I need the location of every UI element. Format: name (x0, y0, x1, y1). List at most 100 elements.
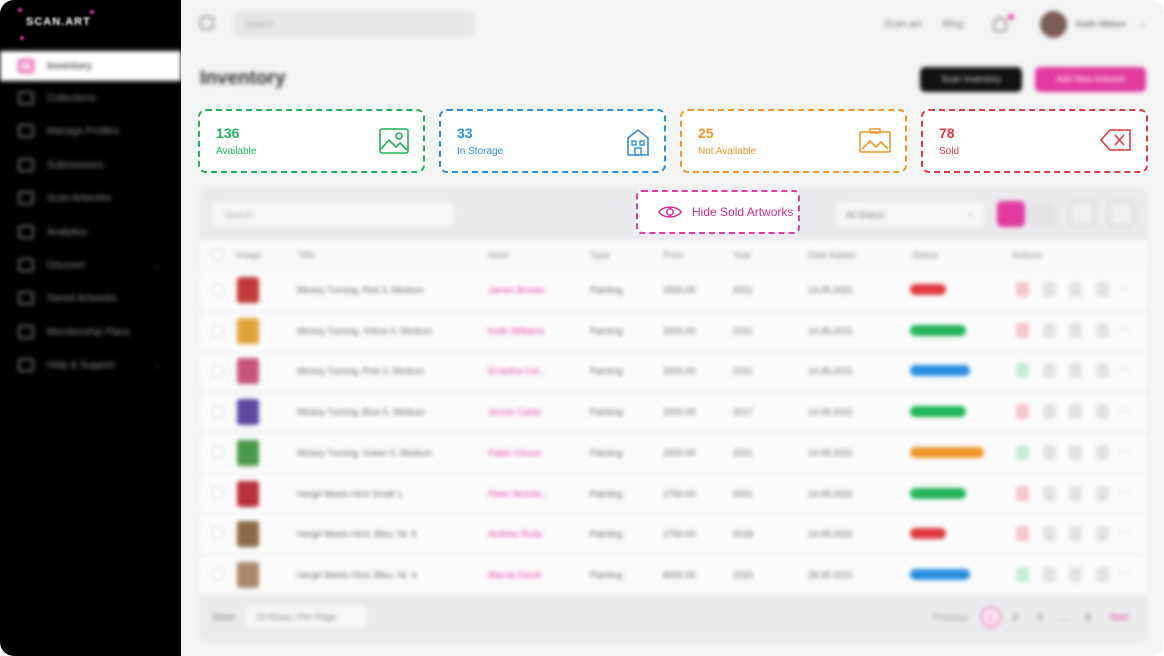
row-checkbox[interactable] (212, 568, 223, 580)
artwork-thumbnail[interactable] (237, 399, 259, 426)
sidebar-item-help-support[interactable]: Help & Support ⌄ (0, 350, 181, 380)
grid-view-button[interactable] (997, 201, 1025, 227)
cell-title[interactable]: Hergé Meets Hirst, Bleu, Nr. 8 (297, 529, 417, 539)
view-button[interactable] (1043, 282, 1056, 297)
page-8-button[interactable]: 8 (1078, 607, 1098, 627)
add-new-artwork-button[interactable]: Add New Artwork (1035, 67, 1146, 92)
cell-title[interactable]: Hergé Meets Hirst Small 1 (297, 489, 402, 499)
cell-title[interactable]: Mickey Turning, Yellow 4, Medium (297, 326, 433, 336)
edit-button[interactable] (1069, 485, 1082, 501)
sidebar-item-submissions[interactable]: Submissions (0, 150, 181, 180)
top-link-blog[interactable]: Blog (943, 19, 963, 30)
mark-status-button[interactable] (1016, 404, 1029, 420)
cell-artist[interactable]: Jennie Carter (488, 407, 542, 417)
cell-artist[interactable]: Errantha Col... (488, 366, 546, 376)
artwork-thumbnail[interactable] (237, 358, 259, 385)
edit-button[interactable] (1069, 566, 1082, 582)
next-page-link[interactable]: Next (1110, 612, 1129, 622)
edit-button[interactable] (1069, 404, 1082, 420)
column-header-price[interactable]: Price (663, 250, 684, 260)
column-header-artist[interactable]: Artist (488, 250, 509, 260)
column-header-title[interactable]: Title (298, 250, 315, 260)
sidebar-item-scan-artworks[interactable]: Scan Artworks (0, 183, 181, 213)
mark-status-button[interactable] (1016, 444, 1029, 460)
mark-status-button[interactable] (1016, 566, 1029, 582)
cell-artist[interactable]: James Brooks (488, 285, 545, 295)
cell-artist[interactable]: Keith Williams (488, 326, 545, 336)
more-options-icon[interactable]: ⋯ (1118, 322, 1131, 336)
cell-artist[interactable]: Pablo Clouzo (488, 448, 542, 458)
page-3-button[interactable]: 3 (1030, 607, 1050, 627)
column-header-type[interactable]: Type (590, 250, 610, 260)
delete-button[interactable] (1096, 526, 1109, 542)
cell-artist[interactable]: Marnie David (488, 570, 541, 580)
delete-button[interactable] (1096, 282, 1109, 297)
sidebar-item-saved-artworks[interactable]: Saved Artworks (0, 283, 181, 313)
cell-title[interactable]: Mickey Turning, Green 5, Medium (297, 448, 432, 458)
artwork-thumbnail[interactable] (237, 521, 259, 548)
edit-button[interactable] (1069, 363, 1082, 379)
hide-sold-artworks-button[interactable]: Hide Sold Artworks (636, 190, 800, 234)
delete-button[interactable] (1096, 444, 1109, 460)
chevron-down-icon[interactable]: ⌄ (1139, 18, 1147, 29)
sidebar-item-analytics[interactable]: Analytics (0, 217, 181, 247)
mark-status-button[interactable] (1016, 282, 1029, 297)
cell-title[interactable]: Mickey Turning, Blue 5, Medium (297, 407, 425, 417)
stat-card-not-available[interactable]: 25 Not Available (680, 109, 907, 173)
stat-card-sold[interactable]: 78 Sold (921, 109, 1148, 173)
more-options-icon[interactable]: ⋯ (1118, 566, 1131, 580)
sidebar-item-manage-profiles[interactable]: Manage Profiles (0, 116, 181, 146)
list-view-button[interactable] (1028, 201, 1056, 227)
global-search-input[interactable]: Search (233, 12, 474, 36)
menu-toggle-icon[interactable] (200, 16, 214, 30)
cell-title[interactable]: Mickey Turning, Red 3, Medium (297, 285, 424, 295)
more-options-icon[interactable]: ⋯ (1118, 362, 1131, 376)
artwork-thumbnail[interactable] (237, 480, 259, 507)
row-checkbox[interactable] (212, 446, 223, 458)
user-name[interactable]: Keith Wilson (1076, 19, 1126, 29)
row-checkbox[interactable] (212, 406, 223, 418)
scan-inventory-button[interactable]: Scan Inventory (920, 67, 1022, 92)
view-button[interactable] (1043, 566, 1056, 582)
avatar[interactable] (1040, 11, 1067, 38)
more-options-icon[interactable]: ⋯ (1118, 444, 1131, 458)
more-options-icon[interactable]: ⋯ (1118, 485, 1131, 499)
cell-title[interactable]: Mickey Turning, Pink 3, Medium (297, 366, 425, 376)
more-options-icon[interactable]: ⋯ (1118, 281, 1131, 295)
app-logo[interactable]: SCAN.ART (18, 8, 98, 40)
view-button[interactable] (1043, 485, 1056, 501)
mark-status-button[interactable] (1016, 526, 1029, 542)
artwork-thumbnail[interactable] (237, 439, 259, 466)
stat-card-available[interactable]: 136 Available (198, 109, 425, 173)
delete-button[interactable] (1096, 363, 1109, 379)
view-button[interactable] (1043, 404, 1056, 420)
delete-button[interactable] (1096, 485, 1109, 501)
row-checkbox[interactable] (212, 324, 223, 336)
column-header-date-added[interactable]: Date Added (808, 250, 855, 260)
export-button[interactable] (1108, 201, 1134, 227)
view-button[interactable] (1043, 363, 1056, 379)
delete-button[interactable] (1096, 404, 1109, 420)
sidebar-item-inventory[interactable]: Inventory (0, 51, 181, 81)
filter-button[interactable] (1069, 201, 1095, 227)
select-all-checkbox[interactable] (212, 249, 223, 260)
row-checkbox[interactable] (212, 365, 223, 377)
mark-status-button[interactable] (1016, 322, 1029, 338)
delete-button[interactable] (1096, 566, 1109, 582)
mark-status-button[interactable] (1016, 485, 1029, 501)
page-2-button[interactable]: 2 (1005, 607, 1025, 627)
view-button[interactable] (1043, 444, 1056, 460)
inventory-search-input[interactable]: Search (212, 202, 454, 227)
row-checkbox[interactable] (212, 284, 223, 295)
artwork-thumbnail[interactable] (237, 277, 259, 303)
delete-button[interactable] (1096, 322, 1109, 338)
rows-per-page-select[interactable]: 10 Rows / Per Page (246, 605, 367, 628)
row-checkbox[interactable] (212, 487, 223, 499)
page-1-button[interactable]: 1 (981, 607, 1001, 627)
status-filter-select[interactable]: All Status ⌄ (836, 202, 984, 227)
sidebar-item-discover[interactable]: Discover ⌄ (0, 250, 181, 280)
sidebar-item-membership-plans[interactable]: Membership Plans (0, 317, 181, 347)
edit-button[interactable] (1069, 444, 1082, 460)
view-button[interactable] (1043, 526, 1056, 542)
column-header-year[interactable]: Year (733, 250, 751, 260)
